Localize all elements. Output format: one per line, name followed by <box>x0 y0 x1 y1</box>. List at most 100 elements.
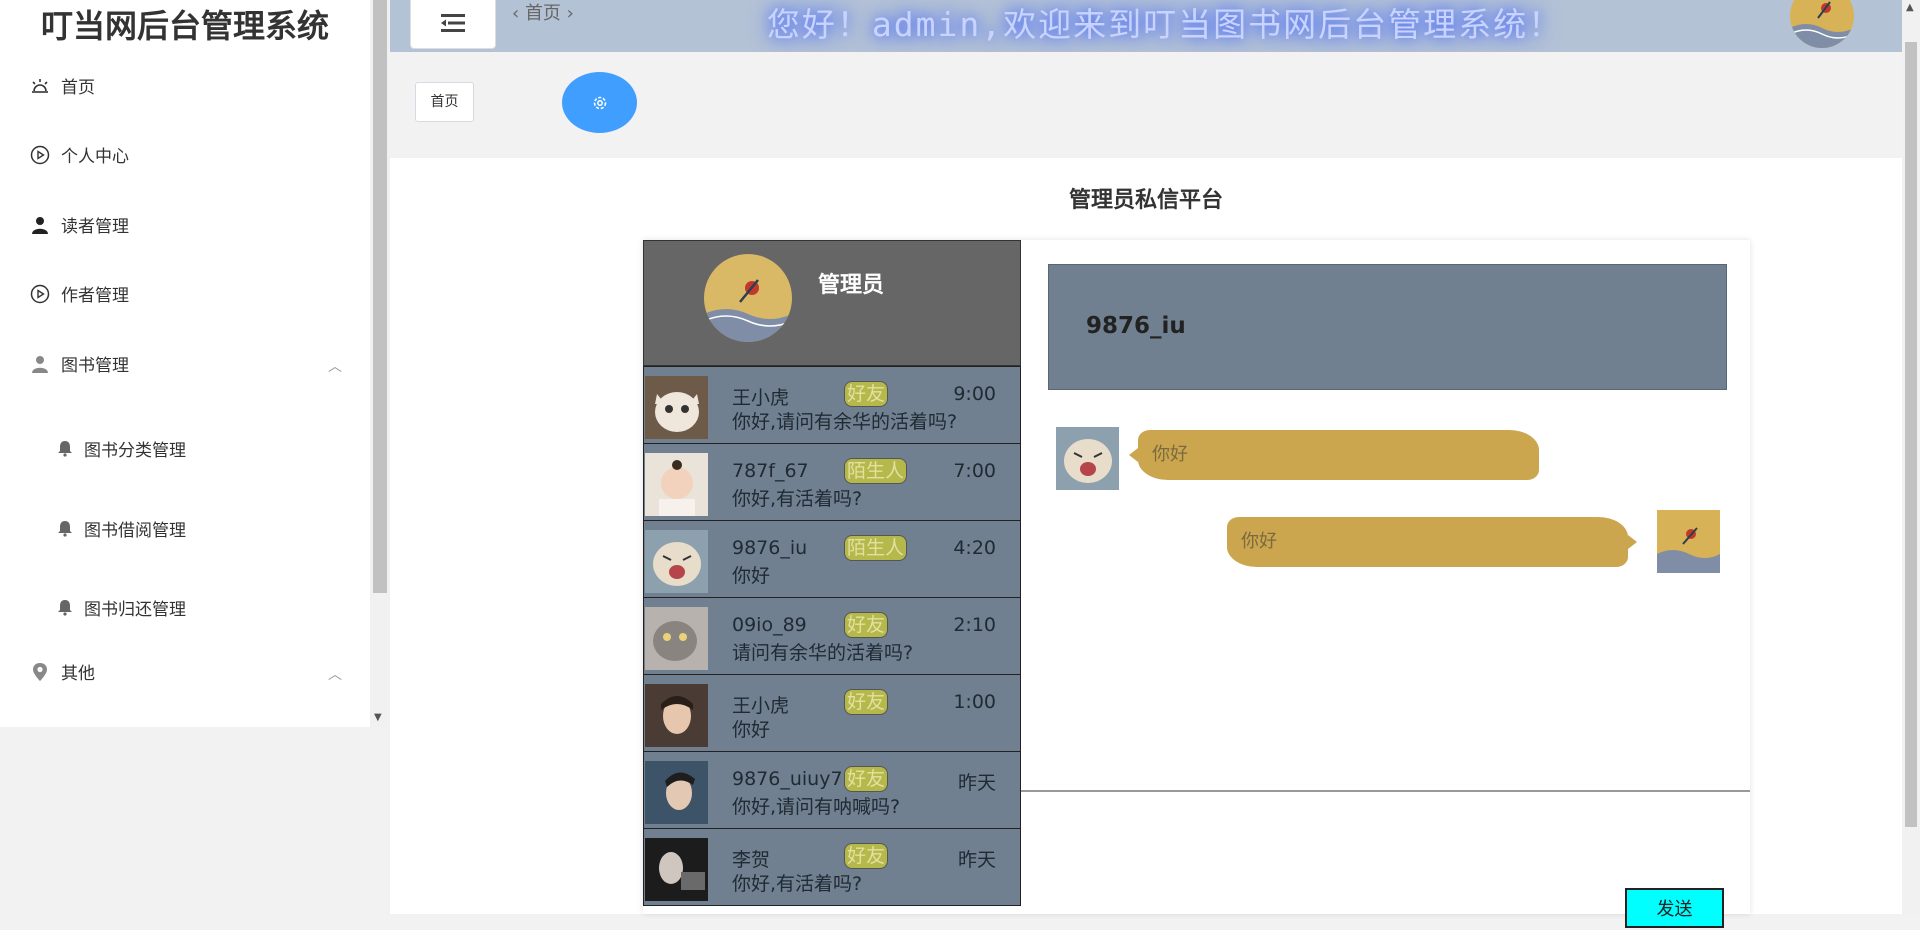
contact-item[interactable]: 王小虎 好友 1:00 你好 <box>643 674 1021 752</box>
admin-name: 管理员 <box>818 273 885 298</box>
brand-title: 叮当网后台管理系统 <box>40 7 329 45</box>
page-title: 管理员私信平台 <box>1068 188 1223 213</box>
contact-last-message: 你好 <box>732 719 771 741</box>
sidebar-scrollbar[interactable]: ▼ <box>370 0 390 727</box>
alarm-icon <box>29 75 51 97</box>
admin-avatar <box>704 254 792 342</box>
breadcrumb-item[interactable]: 首页 <box>525 3 561 24</box>
settings-button[interactable] <box>562 72 637 133</box>
contact-item[interactable]: 09io_89 好友 2:10 请问有余华的活着吗? <box>643 597 1021 675</box>
contact-time: 9:00 <box>953 383 996 405</box>
sidebar-footer <box>0 727 390 914</box>
contact-list: 管理员 王小虎 好友 9:00 你好,请问有余华的活着吗? 787f_67 陌生… <box>643 240 1021 914</box>
submenu-item-label: 图书借阅管理 <box>84 520 186 541</box>
contact-tag: 好友 <box>844 381 889 407</box>
scroll-up-arrow-icon[interactable]: ▲ <box>1906 2 1914 13</box>
sidebar-item-label: 首页 <box>61 78 95 98</box>
scroll-down-arrow-icon[interactable]: ▼ <box>374 712 382 723</box>
contact-last-message: 你好,请问有呐喊吗? <box>732 796 901 818</box>
me-header: 管理员 <box>643 240 1021 366</box>
chevron-left-icon: ‹ <box>512 3 520 24</box>
bell-icon <box>56 598 74 616</box>
contact-time: 昨天 <box>957 772 996 794</box>
contact-tag: 好友 <box>844 843 889 869</box>
contact-name: 王小虎 <box>732 387 790 409</box>
tabs-bar: 首页 <box>390 52 1902 158</box>
contact-name: 09io_89 <box>732 614 807 636</box>
chevron-up-icon: ︿ <box>328 667 342 683</box>
contact-item[interactable]: 787f_67 陌生人 7:00 你好,有活着吗? <box>643 443 1021 521</box>
sidebar-item-label: 读者管理 <box>61 217 129 237</box>
contact-name: 9876_iu <box>732 537 808 559</box>
sidebar-scrollbar-thumb[interactable] <box>373 0 387 593</box>
tab-home[interactable]: 首页 <box>415 82 474 122</box>
contact-name: 787f_67 <box>732 460 809 482</box>
conversation-header: 9876_iu <box>1048 264 1727 390</box>
welcome-banner: 您好！admin,欢迎来到叮当图书网后台管理系统！ <box>766 5 1564 44</box>
contact-last-message: 你好,有活着吗? <box>732 488 863 510</box>
contact-item[interactable]: 李贺 好友 昨天 你好,有活着吗? <box>643 828 1021 906</box>
sidebar-item-profile[interactable]: 个人中心 <box>0 120 370 189</box>
sidebar-item-label: 个人中心 <box>61 147 129 167</box>
chevron-right-icon: › <box>566 3 574 24</box>
sidebar-item-label: 图书管理 <box>61 356 129 376</box>
contact-last-message: 你好,有活着吗? <box>732 873 863 895</box>
menu-fold-icon <box>441 13 465 32</box>
contact-avatar <box>645 838 708 901</box>
play-circle-icon <box>29 144 51 166</box>
message-input[interactable] <box>1021 792 1750 886</box>
contact-item[interactable]: 9876_uiuy7 好友 昨天 你好,请问有呐喊吗? <box>643 751 1021 829</box>
contact-avatar <box>645 530 708 593</box>
main-content: 管理员私信平台 管理员 王小虎 好友 9:00 你好,请问有余华的活着吗? 78… <box>390 158 1902 928</box>
contact-avatar <box>645 761 708 824</box>
contact-avatar <box>645 607 708 670</box>
submenu-item-borrow[interactable]: 图书借阅管理 <box>0 488 370 568</box>
contact-tag: 陌生人 <box>844 458 908 484</box>
contact-time: 昨天 <box>957 849 996 871</box>
sidebar-item-authors[interactable]: 作者管理 <box>0 259 370 328</box>
message-bubble-incoming: 你好 <box>1129 430 1539 480</box>
user-icon <box>29 214 51 236</box>
contact-last-message: 你好 <box>732 565 771 587</box>
submenu-item-return[interactable]: 图书归还管理 <box>0 567 370 647</box>
bell-icon <box>56 519 74 537</box>
menu-toggle-button[interactable] <box>410 0 496 49</box>
sidebar-item-label: 其他 <box>61 664 95 684</box>
contact-last-message: 请问有余华的活着吗? <box>732 642 914 664</box>
send-button[interactable]: 发送 <box>1625 888 1724 928</box>
user-avatar[interactable] <box>1790 0 1854 48</box>
sidebar-item-books[interactable]: 图书管理 ︿ <box>0 329 370 398</box>
bell-icon <box>56 439 74 457</box>
user-icon <box>29 353 51 375</box>
sidebar-item-readers[interactable]: 读者管理 <box>0 190 370 259</box>
contact-time: 7:00 <box>953 460 996 482</box>
contact-item[interactable]: 王小虎 好友 9:00 你好,请问有余华的活着吗? <box>643 366 1021 444</box>
contact-avatar <box>645 684 708 747</box>
chat-panel: 管理员 王小虎 好友 9:00 你好,请问有余华的活着吗? 787f_67 陌生… <box>643 240 1750 928</box>
location-icon <box>29 661 51 683</box>
contact-time: 2:10 <box>953 614 996 636</box>
contact-time: 4:20 <box>953 537 996 559</box>
contact-name: 王小虎 <box>732 695 790 717</box>
page-scrollbar-thumb[interactable] <box>1905 42 1917 827</box>
contact-avatar <box>645 453 708 516</box>
conversation-panel: 9876_iu 你好 你好 发送 <box>1021 240 1750 928</box>
submenu: 图书分类管理 图书借阅管理 图书归还管理 <box>0 398 370 637</box>
submenu-item-label: 图书归还管理 <box>84 599 186 620</box>
breadcrumb: ‹ 首页 › <box>512 0 574 28</box>
contact-name: 李贺 <box>732 849 771 871</box>
contact-name: 9876_uiuy7 <box>732 768 843 790</box>
message-bubble-outgoing: 你好 <box>1227 517 1637 567</box>
sidebar-item-label: 作者管理 <box>61 286 129 306</box>
sidebar-item-other[interactable]: 其他 ︿ <box>0 637 370 706</box>
play-circle-icon <box>29 283 51 305</box>
submenu-item-categories[interactable]: 图书分类管理 <box>0 408 370 488</box>
contact-tag: 好友 <box>844 766 889 792</box>
submenu-item-label: 图书分类管理 <box>84 440 186 461</box>
contact-tag: 陌生人 <box>844 535 908 561</box>
sidebar-item-home[interactable]: 首页 <box>0 51 370 120</box>
contact-item[interactable]: 9876_iu 陌生人 4:20 你好 <box>643 520 1021 598</box>
contact-avatar <box>1056 427 1119 490</box>
page-scrollbar[interactable]: ▲ <box>1902 0 1920 914</box>
admin-avatar <box>1657 510 1720 573</box>
